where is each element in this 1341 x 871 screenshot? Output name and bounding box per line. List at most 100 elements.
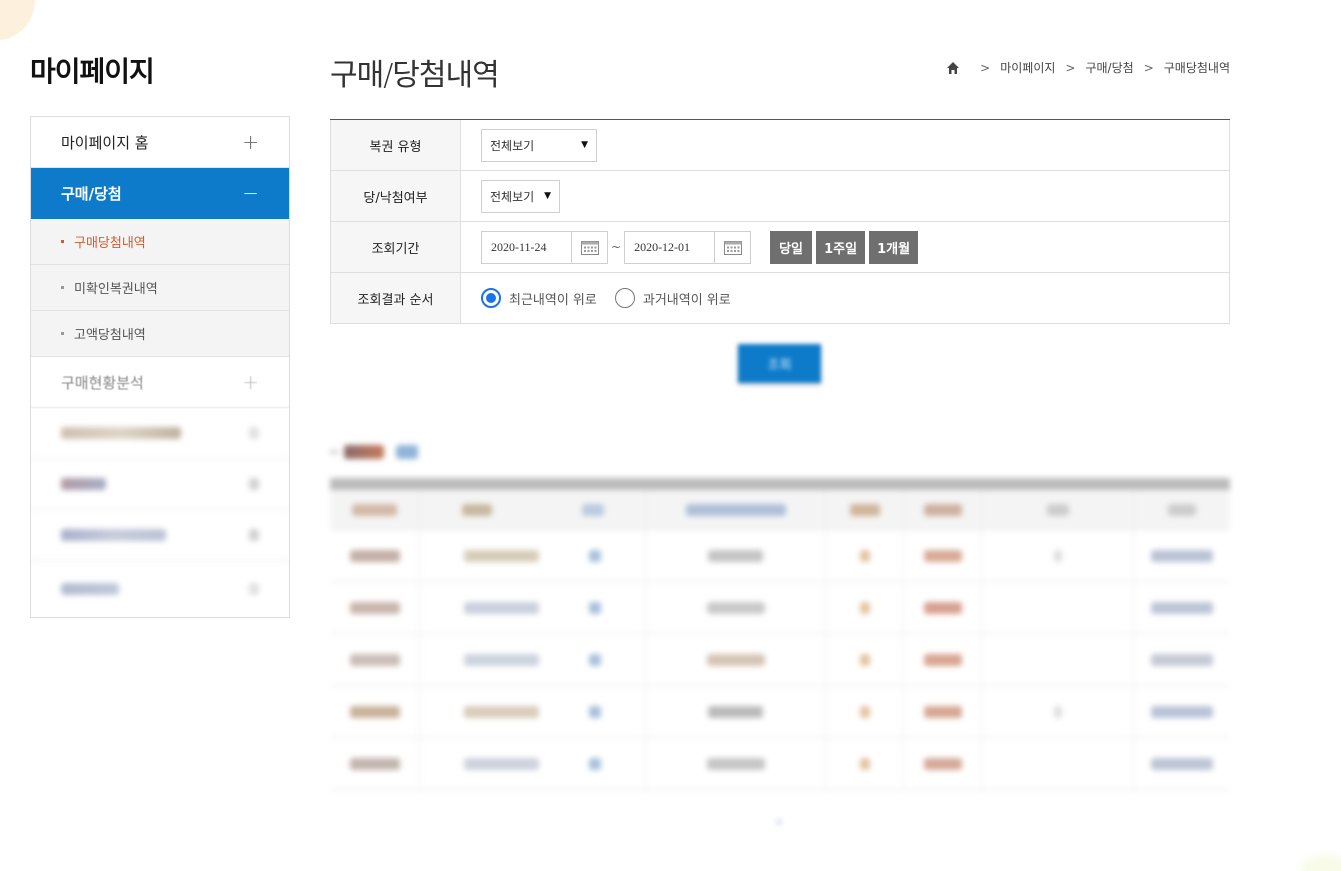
- home-icon[interactable]: [946, 61, 960, 75]
- cell: [330, 738, 420, 789]
- calendar-icon[interactable]: [714, 231, 750, 263]
- row-field: 전체보기 ▼: [461, 171, 1230, 221]
- cell: [826, 582, 904, 633]
- blurred-text: [708, 705, 763, 718]
- search-form: 복권 유형 전체보기 ▼ 당/낙첨여부 전체보기 ▼ 조회기간 2020-11-…: [330, 119, 1230, 324]
- header-cell: [982, 490, 1134, 529]
- calendar-icon-svg: [580, 241, 599, 255]
- blurred-text: [923, 653, 962, 666]
- sidebar-subitem-high-prize[interactable]: 고액당첨내역: [31, 311, 289, 357]
- blurred-text: [61, 583, 119, 595]
- sidebar-subitem-unchecked-lottery[interactable]: 미확인복권내역: [31, 265, 289, 311]
- cell: [982, 530, 1134, 581]
- calendar-icon-svg: [723, 241, 742, 255]
- blurred-text: [859, 653, 870, 666]
- blurred-text: [1151, 653, 1213, 666]
- blurred-text: [349, 705, 400, 718]
- radio-dot: [486, 293, 496, 303]
- cell: [826, 530, 904, 581]
- sidebar-subitem-purchase-history[interactable]: 구매당첨내역: [31, 219, 289, 265]
- plus-icon: [249, 427, 259, 439]
- minus-icon: −: [242, 181, 259, 205]
- sidebar-item-label: 구매현황분석: [61, 373, 144, 392]
- start-date-value: 2020-11-24: [491, 239, 547, 254]
- sidebar-item-purchase-win[interactable]: 구매/당첨 −: [31, 168, 289, 219]
- blurred-text: [859, 601, 870, 614]
- blurred-text: [589, 653, 601, 666]
- caret-down-icon: ▼: [581, 140, 588, 150]
- one-month-button[interactable]: 1개월: [869, 230, 919, 264]
- cell: [1134, 634, 1230, 685]
- sidebar-item-blurred[interactable]: [31, 459, 289, 510]
- calendar-icon[interactable]: [571, 231, 607, 263]
- cell: [982, 686, 1134, 737]
- blurred-text: [706, 757, 765, 770]
- cell: [1134, 686, 1230, 737]
- bullet-icon: [61, 240, 64, 243]
- blurred-text: [1053, 549, 1062, 562]
- cell: [420, 738, 646, 789]
- one-week-button[interactable]: 1주일: [816, 230, 866, 264]
- blurred-text: [352, 503, 397, 516]
- table-row[interactable]: [330, 530, 1230, 582]
- sidebar-item-blurred[interactable]: [31, 561, 289, 617]
- breadcrumb-item[interactable]: 구매/당첨: [1085, 59, 1133, 76]
- page-title: 구매/당첨내역: [330, 50, 500, 94]
- cell: [330, 686, 420, 737]
- table-row[interactable]: [330, 686, 1230, 738]
- blurred-text: [1151, 549, 1213, 562]
- table-row[interactable]: [330, 582, 1230, 634]
- cell: [646, 582, 826, 633]
- search-button[interactable]: 조회: [738, 344, 821, 383]
- start-date-field[interactable]: 2020-11-24: [481, 230, 608, 264]
- corner-decoration-bottom: [1301, 855, 1341, 871]
- blurred-text: [464, 757, 539, 770]
- order-recent-label[interactable]: 최근내역이 위로: [509, 289, 597, 308]
- sidebar-item-blurred[interactable]: [31, 408, 289, 459]
- order-past-radio[interactable]: [614, 288, 635, 308]
- header-cell: [826, 490, 904, 529]
- sidebar-item-mypage-home[interactable]: 마이페이지 홈 +: [31, 117, 289, 168]
- blurred-text: [859, 705, 870, 718]
- header-cell: [1134, 490, 1230, 529]
- order-recent-radio[interactable]: [481, 288, 501, 308]
- breadcrumb-item-current: 구매당첨내역: [1163, 61, 1230, 75]
- plus-icon: +: [242, 130, 259, 154]
- table-row[interactable]: [330, 738, 1230, 790]
- blurred-text: [464, 549, 539, 562]
- blurred-text: [1151, 705, 1213, 718]
- cell: [420, 582, 646, 633]
- plus-icon: [249, 583, 259, 595]
- blurred-text: [1046, 503, 1069, 516]
- cell: [330, 582, 420, 633]
- search-row-lottery-type: 복권 유형 전체보기 ▼: [330, 120, 1230, 171]
- plus-icon: [249, 478, 259, 490]
- today-button[interactable]: 당일: [770, 230, 813, 264]
- blurred-text: [349, 757, 400, 770]
- table-row[interactable]: [330, 634, 1230, 686]
- cell: [420, 530, 646, 581]
- blurred-text: [1151, 757, 1213, 770]
- search-row-period: 조회기간 2020-11-24 ~ 2020-12-01 당일 1주일 1개월: [330, 222, 1230, 273]
- sidebar-item-purchase-analysis[interactable]: 구매현황분석 +: [31, 357, 289, 408]
- breadcrumb-item[interactable]: 마이페이지: [1000, 59, 1055, 76]
- blurred-text: [706, 601, 765, 614]
- cell: [982, 582, 1134, 633]
- results-section: [330, 440, 1230, 790]
- sidebar-item-blurred[interactable]: [31, 510, 289, 561]
- blurred-text: [61, 529, 166, 541]
- lottery-type-select[interactable]: 전체보기 ▼: [481, 128, 597, 162]
- blurred-text: [685, 503, 786, 516]
- blurred-text: [1151, 601, 1213, 614]
- cell: [904, 738, 982, 789]
- bullet-icon: [61, 286, 64, 289]
- pagination[interactable]: [775, 818, 783, 826]
- sidebar-nav: 마이페이지 홈 + 구매/당첨 − 구매당첨내역 미확인복권내역 고액당첨내역 …: [30, 116, 290, 618]
- order-past-label[interactable]: 과거내역이 위로: [643, 289, 731, 308]
- blurred-text: [464, 601, 539, 614]
- cell: [904, 530, 982, 581]
- win-status-select[interactable]: 전체보기 ▼: [481, 179, 560, 213]
- end-date-field[interactable]: 2020-12-01: [624, 230, 752, 264]
- header-cell: [330, 490, 420, 529]
- blurred-text: [708, 549, 763, 562]
